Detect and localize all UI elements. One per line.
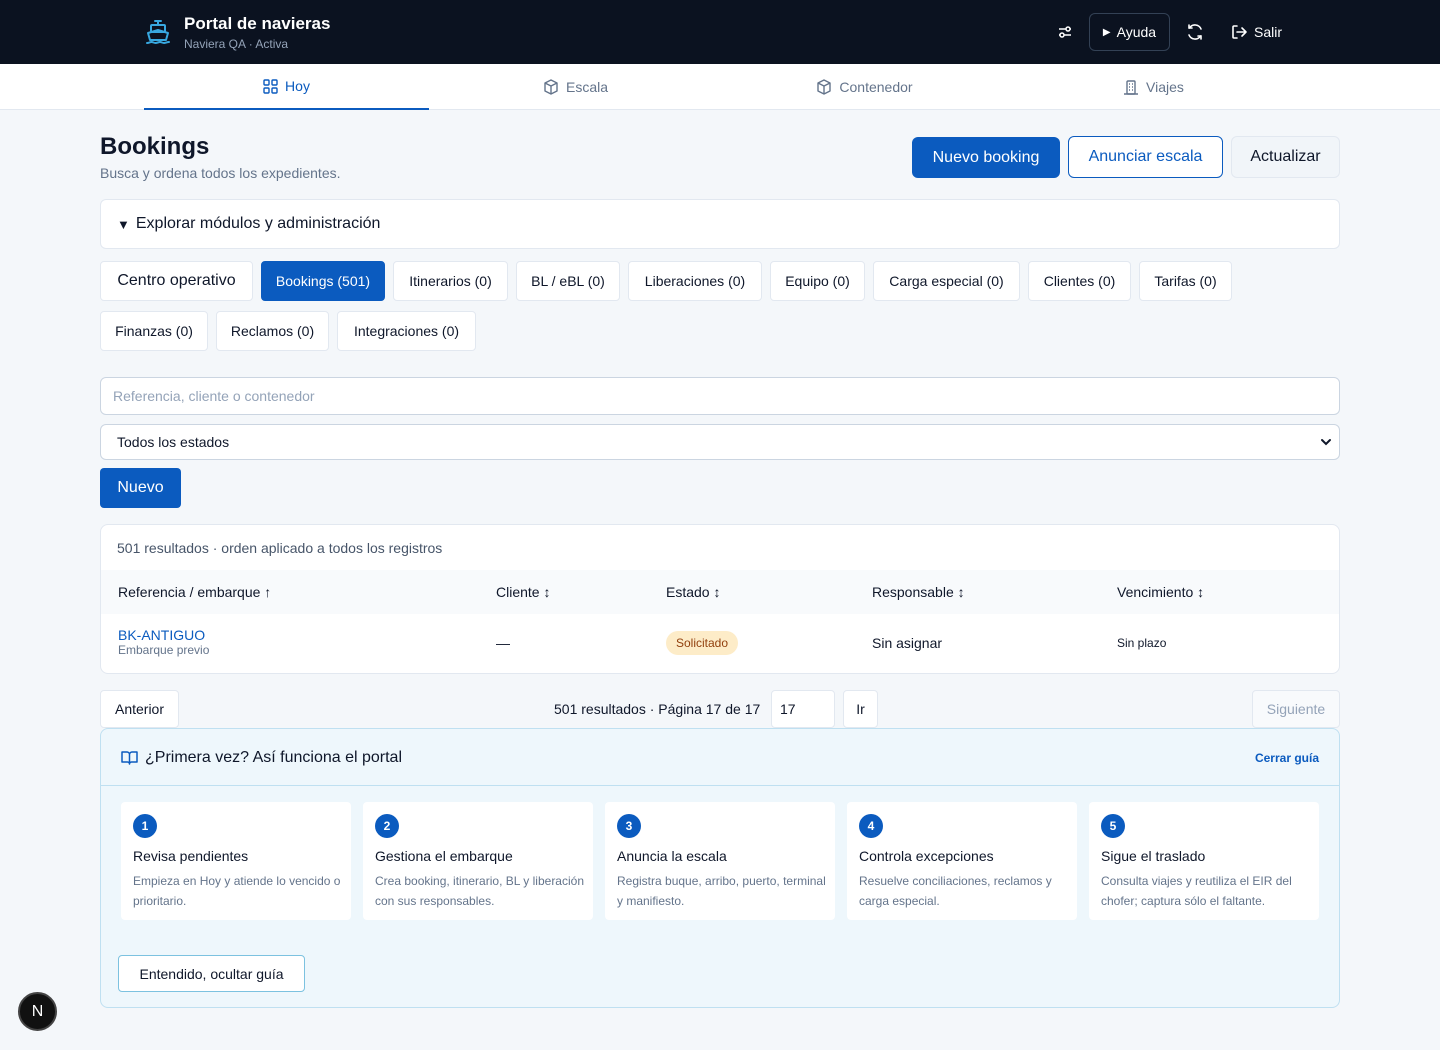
ship-icon	[146, 20, 170, 44]
step-title: Sigue el traslado	[1101, 848, 1206, 864]
step-title: Anuncia la escala	[617, 848, 727, 864]
go-page-button[interactable]: Ir	[843, 690, 878, 728]
tab-viajes[interactable]: Viajes	[1011, 64, 1296, 110]
col-cliente[interactable]: Cliente ↕	[496, 584, 550, 600]
box-icon	[817, 79, 832, 95]
play-icon: ▶	[1102, 26, 1111, 38]
module-carga-especial[interactable]: Carga especial (0)	[873, 261, 1020, 301]
module-liberaciones[interactable]: Liberaciones (0)	[628, 261, 762, 301]
page-number-input[interactable]	[771, 690, 835, 728]
guide-title: ¿Primera vez? Así funciona el portal	[145, 749, 403, 766]
next-page-button[interactable]: Siguiente	[1252, 690, 1340, 728]
hide-guide-button[interactable]: Entendido, ocultar guía	[118, 955, 305, 992]
triangle-down-icon: ▼	[117, 216, 130, 232]
step-title: Revisa pendientes	[133, 848, 249, 864]
step-description: Registra buque, arribo, puerto, terminal…	[617, 874, 826, 908]
refresh-button[interactable]: Actualizar	[1231, 136, 1340, 178]
building-icon	[1124, 80, 1139, 95]
step-description: Consulta viajes y reutiliza el EIR del c…	[1101, 874, 1292, 908]
page-subtitle: Busca y ordena todos los expedientes.	[100, 165, 341, 181]
table-header: Referencia / embarque ↑ Cliente ↕ Estado…	[101, 570, 1339, 614]
status-select[interactable]: Todos los estados	[100, 424, 1340, 460]
module-finanzas[interactable]: Finanzas (0)	[100, 311, 208, 351]
app-title: Portal de navieras	[184, 14, 331, 33]
tab-contenedor[interactable]: Contenedor	[722, 64, 1007, 110]
new-booking-button[interactable]: Nuevo booking	[912, 137, 1060, 178]
module-integraciones[interactable]: Integraciones (0)	[337, 311, 476, 351]
filters-icon[interactable]	[1051, 18, 1079, 46]
module-equipo[interactable]: Equipo (0)	[770, 261, 865, 301]
tab-label: Hoy	[285, 78, 310, 94]
owner-cell: Sin asignar	[872, 635, 943, 651]
explore-label: Explorar módulos y administración	[135, 215, 381, 232]
page-title: Bookings	[100, 133, 210, 160]
booking-link[interactable]: BK-ANTIGUO	[118, 627, 209, 643]
logout-icon	[1232, 25, 1247, 39]
grid-icon	[263, 78, 278, 94]
module-reclamos[interactable]: Reclamos (0)	[216, 311, 329, 351]
module-centro-operativo[interactable]: Centro operativo	[100, 261, 253, 301]
close-guide-link[interactable]: Cerrar guía	[1255, 751, 1319, 765]
col-responsable[interactable]: Responsable ↕	[872, 584, 965, 600]
step-number: 2	[375, 814, 399, 838]
module-tarifas[interactable]: Tarifas (0)	[1139, 261, 1232, 301]
module-bl-ebl[interactable]: BL / eBL (0)	[516, 261, 620, 301]
guide-step: 5 Sigue el traslado Consulta viajes y re…	[1089, 802, 1319, 920]
logout-label: Salir	[1254, 24, 1283, 40]
step-number: 4	[859, 814, 883, 838]
module-bookings[interactable]: Bookings (501)	[261, 261, 385, 301]
tab-label: Escala	[565, 79, 609, 95]
pagination-info: 501 resultados · Página 17 de 17	[554, 701, 761, 717]
guide-step: 4 Controla excepciones Resuelve concilia…	[847, 802, 1077, 920]
tab-label: Viajes	[1146, 79, 1184, 95]
col-vencimiento[interactable]: Vencimiento ↕	[1117, 584, 1204, 600]
onboarding-guide: ¿Primera vez? Así funciona el portal Cer…	[100, 728, 1340, 1008]
guide-step: 1 Revisa pendientes Empieza en Hoy y ati…	[121, 802, 351, 920]
announce-call-button[interactable]: Anunciar escala	[1068, 136, 1223, 178]
dev-tools-badge[interactable]: N	[18, 992, 57, 1031]
results-card: 501 resultados · orden aplicado a todos …	[100, 524, 1340, 674]
guide-step: 3 Anuncia la escala Registra buque, arri…	[605, 802, 835, 920]
refresh-icon[interactable]	[1181, 18, 1209, 46]
chevron-down-icon	[1321, 439, 1331, 446]
prev-page-button[interactable]: Anterior	[100, 690, 179, 728]
app-subtitle: Naviera QA · Activa	[184, 37, 289, 51]
results-summary: 501 resultados · orden aplicado a todos …	[117, 540, 443, 556]
new-button[interactable]: Nuevo	[100, 468, 181, 508]
guide-header: ¿Primera vez? Así funciona el portal Cer…	[101, 729, 1339, 786]
col-estado[interactable]: Estado ↕	[666, 584, 720, 600]
step-description: Empieza en Hoy y atiende lo vencido o pr…	[133, 874, 341, 908]
step-number: 1	[133, 814, 157, 838]
step-number: 5	[1101, 814, 1125, 838]
module-clientes[interactable]: Clientes (0)	[1028, 261, 1131, 301]
client-cell: —	[496, 635, 510, 651]
status-select-value: Todos los estados	[117, 434, 230, 450]
step-title: Gestiona el embarque	[375, 848, 513, 864]
search-input[interactable]	[100, 377, 1340, 415]
main-tabs: Hoy Escala Contenedor Viajes	[0, 64, 1440, 110]
tab-escala[interactable]: Escala	[433, 64, 718, 110]
tab-label: Contenedor	[839, 79, 913, 95]
book-icon	[121, 751, 138, 765]
col-referencia[interactable]: Referencia / embarque ↑	[118, 584, 271, 600]
booking-sub: Embarque previo	[118, 643, 210, 657]
step-description: Crea booking, itinerario, BL y liberació…	[375, 874, 584, 908]
logout-button[interactable]: Salir	[1230, 20, 1282, 44]
due-cell: Sin plazo	[1117, 636, 1167, 650]
step-description: Resuelve conciliaciones, reclamos y carg…	[859, 874, 1052, 908]
module-itinerarios[interactable]: Itinerarios (0)	[393, 261, 508, 301]
tab-hoy[interactable]: Hoy	[144, 64, 429, 110]
guide-step: 2 Gestiona el embarque Crea booking, iti…	[363, 802, 593, 920]
help-label: Ayuda	[1116, 24, 1157, 40]
top-bar: Portal de navieras Naviera QA · Activa ▶…	[0, 0, 1440, 64]
ref-cell: BK-ANTIGUO Embarque previo	[118, 627, 209, 657]
status-badge: Solicitado	[666, 631, 739, 655]
step-title: Controla excepciones	[859, 848, 994, 864]
step-number: 3	[617, 814, 641, 838]
explore-modules-toggle[interactable]: ▼ Explorar módulos y administración	[100, 199, 1340, 249]
help-button[interactable]: ▶ Ayuda	[1089, 13, 1170, 51]
box-icon	[544, 79, 558, 95]
